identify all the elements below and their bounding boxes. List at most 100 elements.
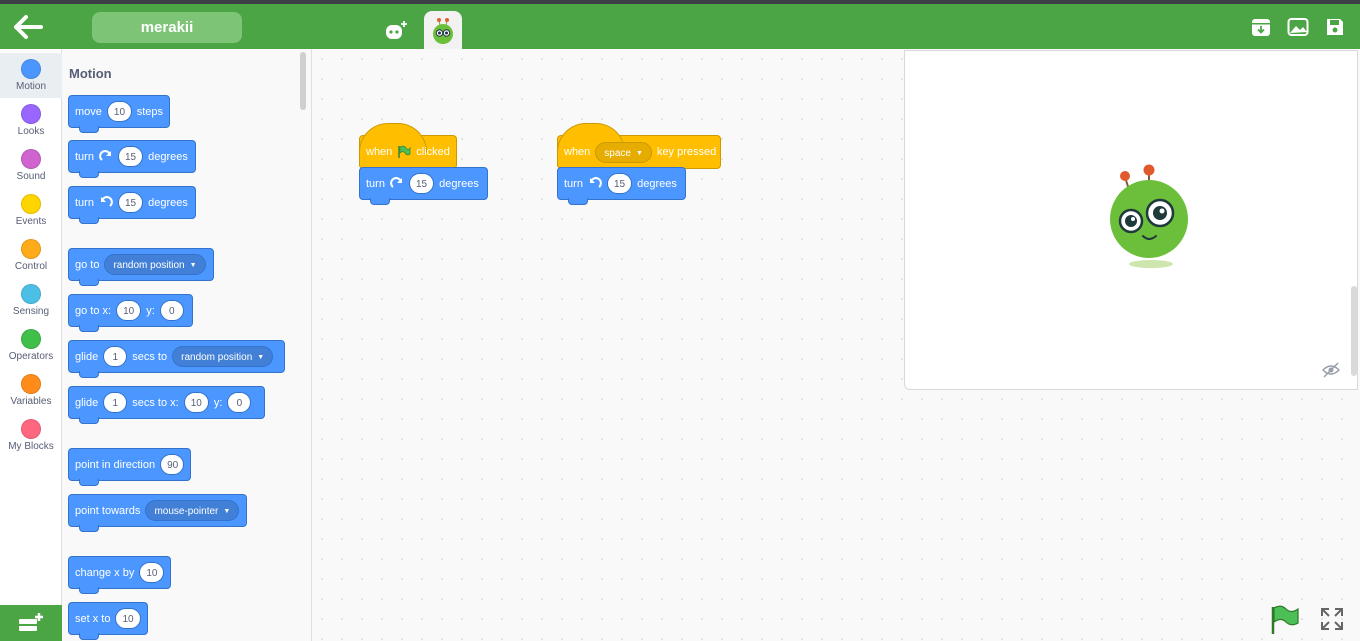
x-input[interactable]: 10 xyxy=(116,300,142,321)
block-text: when xyxy=(366,146,393,158)
when-key-pressed-block[interactable]: when space ▼ key pressed xyxy=(557,123,721,174)
degrees-input[interactable]: 15 xyxy=(117,146,144,167)
sprite-character[interactable] xyxy=(1103,161,1193,271)
block-text: turn xyxy=(75,196,94,209)
block-text: glide xyxy=(75,396,99,409)
degrees-input[interactable]: 15 xyxy=(117,192,144,213)
palette-title: Motion xyxy=(69,66,112,81)
x-value-input[interactable]: 10 xyxy=(115,608,141,629)
category-looks[interactable]: Looks xyxy=(0,98,62,143)
block-text: secs to x: xyxy=(132,396,179,409)
caret-down-icon: ▼ xyxy=(189,262,197,269)
dropdown-value: mouse-pointer xyxy=(154,506,219,518)
palette-scrollbar[interactable] xyxy=(300,52,306,110)
category-control[interactable]: Control xyxy=(0,233,62,278)
y-input[interactable]: 0 xyxy=(227,392,252,413)
block-text: degrees xyxy=(148,196,188,209)
workspace-turn-right-block[interactable]: turn 15 degrees xyxy=(359,167,488,205)
glide-to-block[interactable]: glide 1 secs to random position ▼ xyxy=(68,340,285,378)
when-flag-clicked-block[interactable]: when clicked xyxy=(359,123,457,174)
change-x-block[interactable]: change x by 10 xyxy=(68,556,171,594)
block-text: change x by xyxy=(75,566,135,579)
move-steps-block[interactable]: move 10 steps xyxy=(68,95,170,133)
add-sprite-tab[interactable] xyxy=(377,11,415,51)
point-in-direction-block[interactable]: point in direction 90 xyxy=(68,448,191,486)
glide-to-xy-block[interactable]: glide 1 secs to x: 10 y: 0 xyxy=(68,386,265,424)
x-change-input[interactable]: 10 xyxy=(139,562,164,583)
block-text: y: xyxy=(146,304,155,317)
target-dropdown[interactable]: random position ▼ xyxy=(172,346,274,367)
green-flag-icon xyxy=(398,145,411,158)
operators-dot-icon xyxy=(21,329,41,349)
set-x-block[interactable]: set x to 10 xyxy=(68,602,148,640)
steps-input[interactable]: 10 xyxy=(106,101,132,122)
events-dot-icon xyxy=(21,194,41,214)
project-name-field[interactable]: merakii xyxy=(92,12,242,43)
category-sound[interactable]: Sound xyxy=(0,143,62,188)
workspace-turn-left-block[interactable]: turn 15 degrees xyxy=(557,167,686,205)
save-button[interactable] xyxy=(1324,16,1346,38)
block-text: degrees xyxy=(637,177,677,190)
category-label: Events xyxy=(15,216,47,227)
target-dropdown[interactable]: random position ▼ xyxy=(104,254,206,275)
block-text: set x to xyxy=(75,612,111,625)
control-dot-icon xyxy=(21,239,41,259)
category-sensing[interactable]: Sensing xyxy=(0,278,62,323)
x-input[interactable]: 10 xyxy=(183,392,209,413)
point-towards-block[interactable]: point towards mouse-pointer ▼ xyxy=(68,494,247,532)
my-blocks-dot-icon xyxy=(21,419,41,439)
block-text: go to xyxy=(75,258,100,271)
add-extension-button[interactable] xyxy=(0,605,62,641)
dropdown-value: random position xyxy=(181,352,253,364)
category-operators[interactable]: Operators xyxy=(0,323,62,368)
degrees-input[interactable]: 15 xyxy=(408,173,435,194)
target-dropdown[interactable]: mouse-pointer ▼ xyxy=(145,500,240,521)
rotate-left-icon xyxy=(589,176,602,188)
dropdown-value: space xyxy=(604,147,631,159)
degrees-input[interactable]: 15 xyxy=(606,173,633,194)
turn-right-block[interactable]: turn 15 degrees xyxy=(68,140,196,178)
go-to-block[interactable]: go to random position ▼ xyxy=(68,248,214,286)
block-text: turn xyxy=(366,177,385,190)
sprite-tab-merakii[interactable] xyxy=(424,11,462,51)
save-icon xyxy=(1327,19,1343,35)
category-my-blocks[interactable]: My Blocks xyxy=(0,413,62,458)
eye-off-icon xyxy=(1321,362,1341,378)
rotate-right-icon xyxy=(99,149,111,161)
block-text: point in direction xyxy=(75,458,156,471)
category-motion[interactable]: Motion xyxy=(0,53,62,98)
turn-left-block[interactable]: turn 15 degrees xyxy=(68,186,196,224)
block-text: y: xyxy=(213,396,223,409)
block-text: key pressed xyxy=(656,146,717,158)
hide-stage-button[interactable] xyxy=(1321,362,1341,378)
green-flag-button[interactable] xyxy=(1268,605,1300,635)
download-button[interactable] xyxy=(1250,16,1272,38)
arrow-left-icon xyxy=(14,15,43,39)
backdrop-button[interactable] xyxy=(1287,16,1309,38)
stage-panel[interactable] xyxy=(904,50,1358,390)
block-text: go to x: xyxy=(75,304,112,317)
secs-input[interactable]: 1 xyxy=(103,346,128,367)
block-text: move xyxy=(75,105,102,118)
fullscreen-icon xyxy=(1321,608,1343,630)
add-extension-icon xyxy=(19,613,43,631)
y-input[interactable]: 0 xyxy=(159,300,184,321)
category-variables[interactable]: Variables xyxy=(0,368,62,413)
workspace-scrollbar[interactable] xyxy=(1351,286,1357,376)
category-events[interactable]: Events xyxy=(0,188,62,233)
category-label: Variables xyxy=(10,396,52,407)
key-dropdown[interactable]: space ▼ xyxy=(595,141,652,163)
backdrop-icon xyxy=(1287,18,1309,36)
sensing-dot-icon xyxy=(21,284,41,304)
category-label: Control xyxy=(14,261,48,272)
direction-input[interactable]: 90 xyxy=(160,454,185,475)
fullscreen-button[interactable] xyxy=(1320,607,1344,631)
variables-dot-icon xyxy=(21,374,41,394)
go-to-xy-block[interactable]: go to x: 10 y: 0 xyxy=(68,294,193,332)
dropdown-value: random position xyxy=(113,260,185,272)
caret-down-icon: ▼ xyxy=(257,354,265,361)
back-button[interactable] xyxy=(12,14,44,40)
block-text: degrees xyxy=(148,150,188,163)
secs-input[interactable]: 1 xyxy=(103,392,128,413)
block-text: turn xyxy=(75,150,94,163)
